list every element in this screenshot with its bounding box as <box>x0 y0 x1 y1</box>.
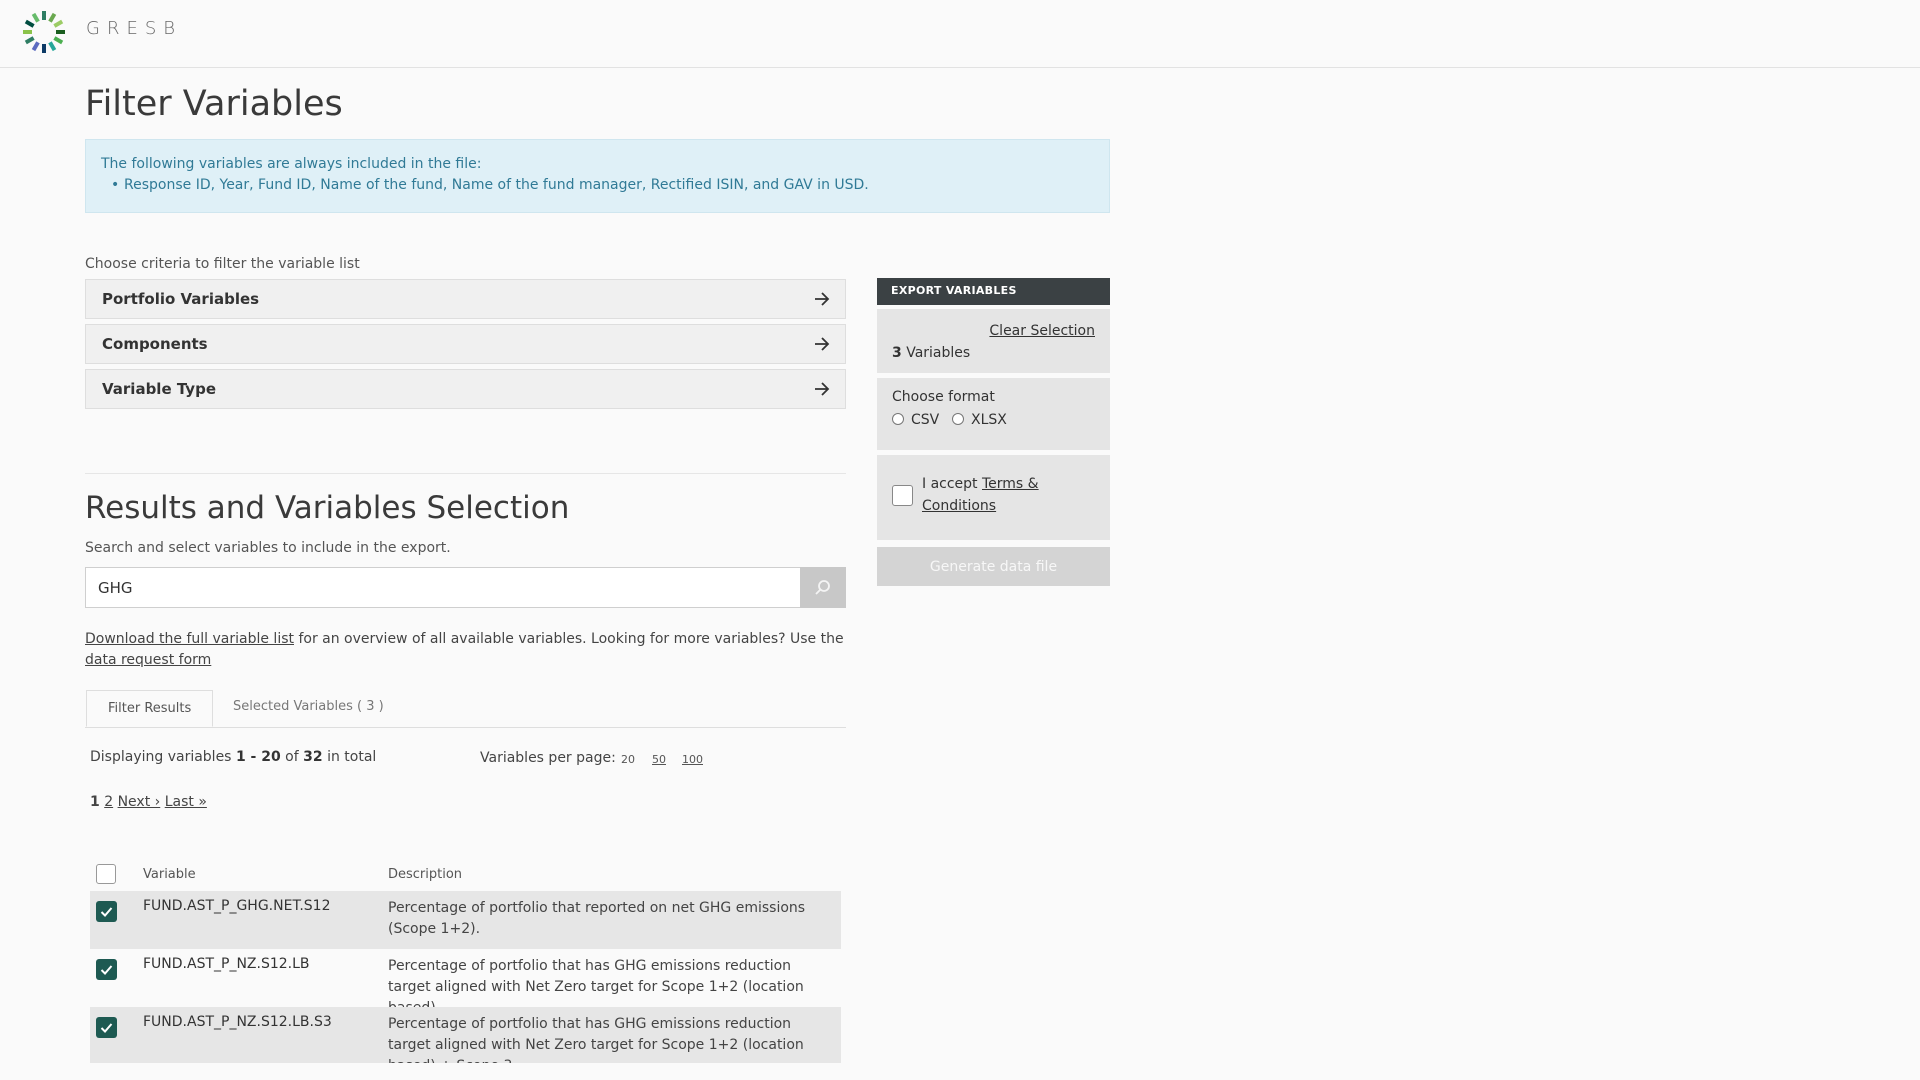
export-panel-header: EXPORT VARIABLES <box>877 278 1110 305</box>
table-row[interactable]: FUND.AST_P_NZ.S12.LB Percentage of portf… <box>90 949 841 1016</box>
table-header: Variable Description <box>90 860 841 890</box>
pager-page-2[interactable]: 2 <box>104 794 113 810</box>
search-icon <box>815 580 830 595</box>
format-xlsx-radio[interactable] <box>952 413 964 425</box>
brand-name: GRESB <box>86 18 183 39</box>
format-xlsx-label: XLSX <box>971 412 1007 428</box>
checkmark-icon <box>100 1023 113 1033</box>
data-request-form-link[interactable]: data request form <box>85 652 211 668</box>
per-page-label: Variables per page: <box>480 750 616 766</box>
search-input[interactable] <box>85 567 801 608</box>
format-csv-label: CSV <box>911 412 940 428</box>
table-row[interactable]: FUND.AST_P_GHG.NET.S12 Percentage of por… <box>90 891 841 949</box>
export-selection-box: Clear Selection 3 Variables <box>877 309 1110 373</box>
row-variable: FUND.AST_P_NZ.S12.LB <box>143 956 310 972</box>
section-divider <box>85 473 846 474</box>
criteria-label-text: Components <box>102 335 208 353</box>
download-variable-list-link[interactable]: Download the full variable list <box>85 631 294 647</box>
gresb-logo-icon[interactable] <box>20 8 68 56</box>
export-terms-box: I accept Terms & Conditions <box>877 455 1110 540</box>
column-header-description: Description <box>388 867 463 882</box>
criteria-label-text: Portfolio Variables <box>102 290 260 308</box>
format-label: Choose format <box>892 389 995 405</box>
row-checkbox[interactable] <box>96 901 117 922</box>
page-title: Filter Variables <box>85 84 343 124</box>
download-text: Download the full variable list for an o… <box>85 629 865 671</box>
per-page-option-100[interactable]: 100 <box>682 753 703 766</box>
accept-terms-checkbox[interactable] <box>892 485 913 506</box>
tab-label: Selected Variables ( 3 ) <box>233 699 384 714</box>
clear-selection-link[interactable]: Clear Selection <box>989 323 1095 339</box>
criteria-label: Choose criteria to filter the variable l… <box>85 256 360 272</box>
export-format-box: Choose format CSV XLSX <box>877 378 1110 450</box>
accept-terms-prefix: I accept <box>922 476 982 492</box>
per-page-option-50[interactable]: 50 <box>652 753 666 766</box>
arrow-right-icon <box>815 337 830 351</box>
pagination: 1 2 Next › Last » <box>90 794 207 810</box>
row-description: Percentage of portfolio that reported on… <box>388 900 806 937</box>
format-csv-radio[interactable] <box>892 413 904 425</box>
results-tabs: Filter Results Selected Variables ( 3 ) <box>85 690 846 728</box>
selected-count-number: 3 <box>892 345 902 361</box>
arrow-right-icon <box>815 292 830 306</box>
top-bar: GRESB <box>0 0 1920 68</box>
arrow-right-icon <box>815 382 830 396</box>
criteria-portfolio-variables[interactable]: Portfolio Variables <box>85 279 846 319</box>
info-box: The following variables are always inclu… <box>85 139 1110 213</box>
selected-count: 3 Variables <box>892 345 970 361</box>
pager-current-page: 1 <box>90 794 100 810</box>
selected-count-label: Variables <box>901 345 971 361</box>
display-suffix: in total <box>322 749 377 765</box>
display-of: of <box>280 749 304 765</box>
generate-data-file-button[interactable]: Generate data file <box>877 547 1110 586</box>
column-header-variable: Variable <box>143 867 196 882</box>
accept-terms-text: I accept Terms & Conditions <box>922 473 1092 517</box>
search-button[interactable] <box>800 567 846 608</box>
row-checkbox[interactable] <box>96 1017 117 1038</box>
tab-filter-results[interactable]: Filter Results <box>86 690 213 727</box>
info-title: The following variables are always inclu… <box>101 156 482 172</box>
row-variable: FUND.AST_P_NZ.S12.LB.S3 <box>143 1014 332 1030</box>
select-all-checkbox[interactable] <box>96 864 116 884</box>
criteria-components[interactable]: Components <box>85 324 846 364</box>
tab-label: Filter Results <box>108 701 192 716</box>
info-bullet: Response ID, Year, Fund ID, Name of the … <box>111 177 869 193</box>
criteria-label-text: Variable Type <box>102 380 216 398</box>
pager-next[interactable]: Next › <box>118 794 161 810</box>
display-prefix: Displaying variables <box>90 749 236 765</box>
display-count: Displaying variables 1 - 20 of 32 in tot… <box>90 749 376 765</box>
display-total: 32 <box>303 749 323 765</box>
pager-last[interactable]: Last » <box>165 794 207 810</box>
row-checkbox[interactable] <box>96 959 117 980</box>
row-variable: FUND.AST_P_GHG.NET.S12 <box>143 898 331 914</box>
per-page-option-20[interactable]: 20 <box>621 753 635 766</box>
table-row[interactable]: FUND.AST_P_NZ.S12.LB.S3 Percentage of po… <box>90 1007 841 1063</box>
app-root: GRESB Filter Variables The following var… <box>0 0 1920 1080</box>
tab-selected-variables[interactable]: Selected Variables ( 3 ) <box>233 690 393 727</box>
display-range: 1 - 20 <box>235 749 281 765</box>
download-text-mid: for an overview of all available variabl… <box>294 631 844 647</box>
results-subtitle: Search and select variables to include i… <box>85 540 451 556</box>
criteria-variable-type[interactable]: Variable Type <box>85 369 846 409</box>
checkmark-icon <box>100 965 113 975</box>
checkmark-icon <box>100 907 113 917</box>
row-description: Percentage of portfolio that has GHG emi… <box>388 1016 804 1063</box>
results-title: Results and Variables Selection <box>85 490 570 526</box>
